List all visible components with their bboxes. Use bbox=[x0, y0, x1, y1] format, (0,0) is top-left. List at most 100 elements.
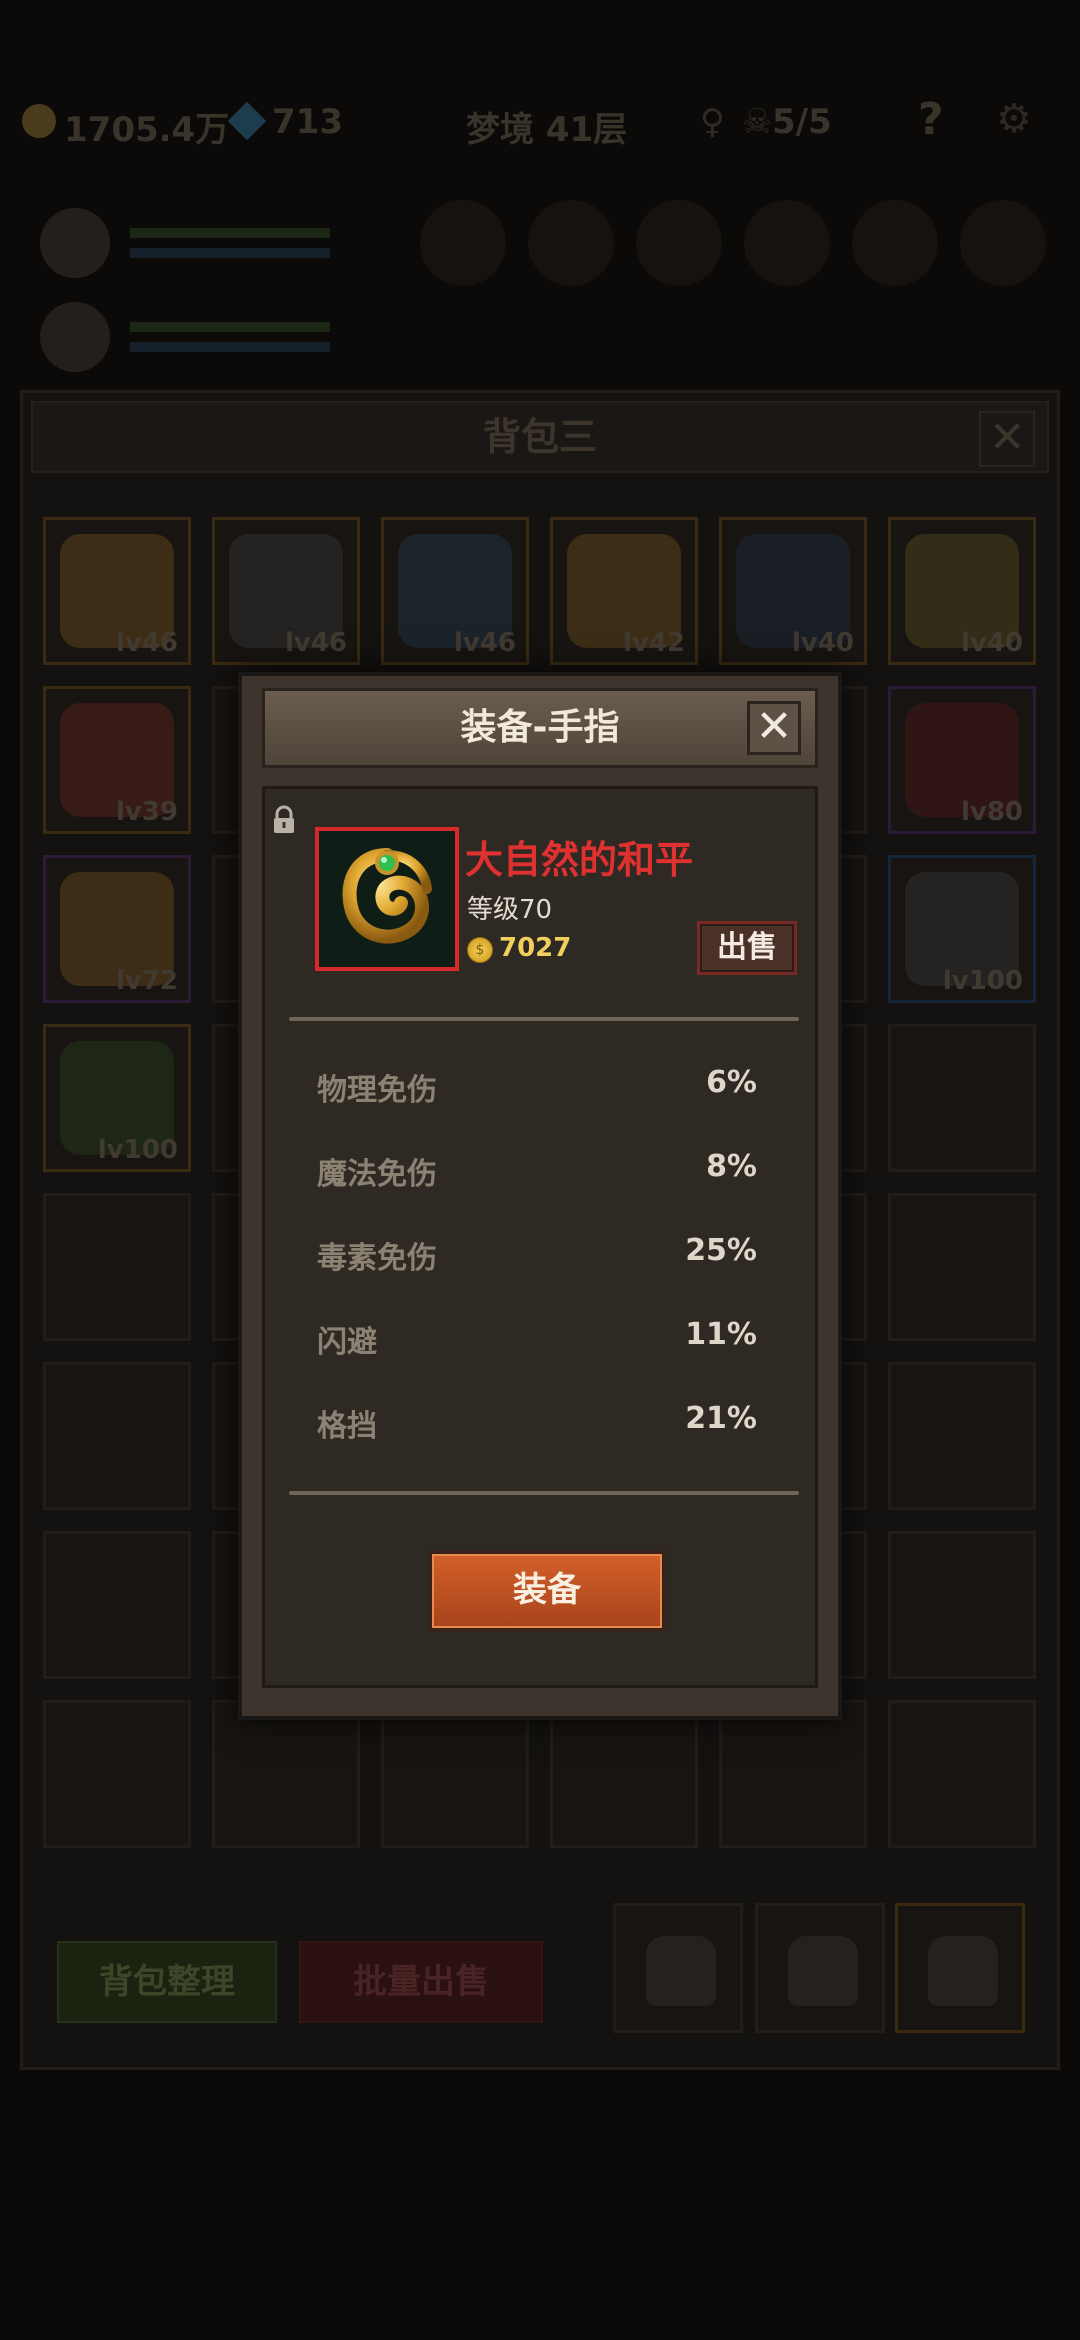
bag-slot[interactable]: lv40 bbox=[719, 517, 867, 665]
bag-slot[interactable] bbox=[550, 1700, 698, 1848]
bag-slot[interactable] bbox=[381, 1700, 529, 1848]
bag-slot[interactable] bbox=[888, 1024, 1036, 1172]
item-level-label: lv40 bbox=[960, 628, 1023, 658]
equip-slot[interactable] bbox=[636, 200, 722, 286]
stage-label: 梦境 41层 bbox=[466, 110, 628, 150]
divider bbox=[289, 1017, 799, 1021]
equip-slot[interactable] bbox=[852, 200, 938, 286]
backpack-icon bbox=[646, 1936, 716, 2006]
bag-tab-3[interactable] bbox=[895, 1903, 1025, 2033]
bag-tab-2[interactable] bbox=[755, 1903, 885, 2033]
bag-slot[interactable] bbox=[43, 1193, 191, 1341]
item-name: 大自然的和平 bbox=[465, 838, 694, 882]
stat-name: 闪避 bbox=[317, 1325, 377, 1360]
bag-slot[interactable] bbox=[212, 1700, 360, 1848]
equip-slot[interactable] bbox=[528, 200, 614, 286]
hero-hp-bar bbox=[130, 228, 330, 238]
item-level-label: lv72 bbox=[115, 966, 178, 996]
stat-name: 物理免伤 bbox=[317, 1073, 437, 1108]
stat-name: 格挡 bbox=[317, 1409, 377, 1444]
bag-slot[interactable]: lv100 bbox=[888, 855, 1036, 1003]
stat-value: 8% bbox=[706, 1149, 757, 1184]
dialog-body: 大自然的和平 等级70 $ 7027 出售 物理免伤 6% 魔法免伤 8% 毒素… bbox=[262, 786, 818, 1688]
bag-slot[interactable] bbox=[719, 1700, 867, 1848]
bag-slot[interactable] bbox=[43, 1700, 191, 1848]
bag-slot[interactable]: lv39 bbox=[43, 686, 191, 834]
item-level-label: lv46 bbox=[115, 628, 178, 658]
bag-header: 背包三 ✕ bbox=[31, 401, 1049, 473]
top-bar: 1705.4万 713 梦境 41层 ♀ ☠ 5/5 ? ⚙ bbox=[0, 90, 1080, 160]
skull-icon: ☠ bbox=[742, 102, 773, 142]
item-level-label: lv42 bbox=[622, 628, 685, 658]
settings-icon[interactable]: ⚙ bbox=[996, 96, 1032, 142]
stat-value: 6% bbox=[706, 1065, 757, 1100]
hero-avatar bbox=[40, 302, 110, 372]
bag-slot[interactable] bbox=[43, 1531, 191, 1679]
bag-slot[interactable] bbox=[888, 1362, 1036, 1510]
item-level-label: lv46 bbox=[284, 628, 347, 658]
equip-slot[interactable] bbox=[420, 200, 506, 286]
sort-bag-button[interactable]: 背包整理 bbox=[57, 1941, 277, 2023]
stat-value: 25% bbox=[685, 1233, 757, 1268]
item-level-label: lv100 bbox=[97, 1135, 178, 1165]
bag-slot[interactable]: lv46 bbox=[212, 517, 360, 665]
bag-slot[interactable] bbox=[43, 1362, 191, 1510]
bag-slot[interactable]: lv46 bbox=[381, 517, 529, 665]
bag-slot[interactable] bbox=[888, 1531, 1036, 1679]
item-level-label: lv39 bbox=[115, 797, 178, 827]
equip-slot[interactable] bbox=[744, 200, 830, 286]
bag-slot[interactable]: lv40 bbox=[888, 517, 1036, 665]
stat-row: 闪避 11% bbox=[317, 1317, 757, 1360]
gem-icon bbox=[227, 101, 267, 141]
bag-slot[interactable]: lv42 bbox=[550, 517, 698, 665]
item-level-label: lv80 bbox=[960, 797, 1023, 827]
equip-button[interactable]: 装备 bbox=[429, 1551, 665, 1631]
item-icon-frame bbox=[315, 827, 459, 971]
equipment-dialog: 装备-手指 ✕ 大自然的和平 等级70 $ 7027 出售 物理免伤 6% 魔法… bbox=[238, 672, 842, 1720]
bag-title: 背包三 bbox=[482, 415, 597, 459]
coin-icon: $ bbox=[467, 937, 493, 963]
stat-name: 魔法免伤 bbox=[317, 1157, 437, 1192]
item-level-label: lv40 bbox=[791, 628, 854, 658]
bag-slot[interactable] bbox=[888, 1193, 1036, 1341]
item-level-label: lv100 bbox=[942, 966, 1023, 996]
backpack-icon bbox=[928, 1936, 998, 2006]
gold-amount: 1705.4万 bbox=[64, 110, 230, 150]
divider bbox=[289, 1491, 799, 1495]
backpack-icon bbox=[788, 1936, 858, 2006]
stat-row: 毒素免伤 25% bbox=[317, 1233, 757, 1276]
stat-value: 11% bbox=[685, 1317, 757, 1352]
key-icon[interactable]: ♀ bbox=[700, 102, 725, 142]
bag-slot[interactable]: lv46 bbox=[43, 517, 191, 665]
hero-mp-bar bbox=[130, 248, 330, 258]
item-price: 7027 bbox=[499, 933, 572, 963]
bag-slot[interactable]: lv80 bbox=[888, 686, 1036, 834]
bag-slot[interactable]: lv100 bbox=[43, 1024, 191, 1172]
gem-amount: 713 bbox=[272, 102, 343, 142]
stat-row: 格挡 21% bbox=[317, 1401, 757, 1444]
help-button[interactable]: ? bbox=[918, 94, 944, 145]
stat-name: 毒素免伤 bbox=[317, 1241, 437, 1276]
stat-value: 21% bbox=[685, 1401, 757, 1436]
equip-slot[interactable] bbox=[960, 200, 1046, 286]
gold-coin-icon bbox=[22, 104, 56, 138]
hero-row[interactable] bbox=[40, 208, 340, 278]
bag-tab-1[interactable] bbox=[613, 1903, 743, 2033]
hero-hp-bar bbox=[130, 322, 330, 332]
bulk-sell-button[interactable]: 批量出售 bbox=[299, 1941, 543, 2023]
stat-row: 物理免伤 6% bbox=[317, 1065, 757, 1108]
item-level-label: lv46 bbox=[453, 628, 516, 658]
bag-slot[interactable]: lv72 bbox=[43, 855, 191, 1003]
hero-mp-bar bbox=[130, 342, 330, 352]
sell-button[interactable]: 出售 bbox=[697, 921, 797, 975]
item-level: 等级70 bbox=[467, 895, 553, 925]
bag-slot[interactable] bbox=[888, 1700, 1036, 1848]
dialog-title: 装备-手指 bbox=[460, 707, 620, 748]
dialog-header: 装备-手指 ✕ bbox=[262, 688, 818, 768]
key-count: 5/5 bbox=[772, 102, 832, 142]
hero-row[interactable] bbox=[40, 302, 340, 372]
ring-icon bbox=[342, 848, 432, 944]
close-button[interactable]: ✕ bbox=[747, 701, 801, 755]
lock-icon[interactable] bbox=[271, 805, 297, 835]
bag-close-button[interactable]: ✕ bbox=[979, 411, 1035, 467]
